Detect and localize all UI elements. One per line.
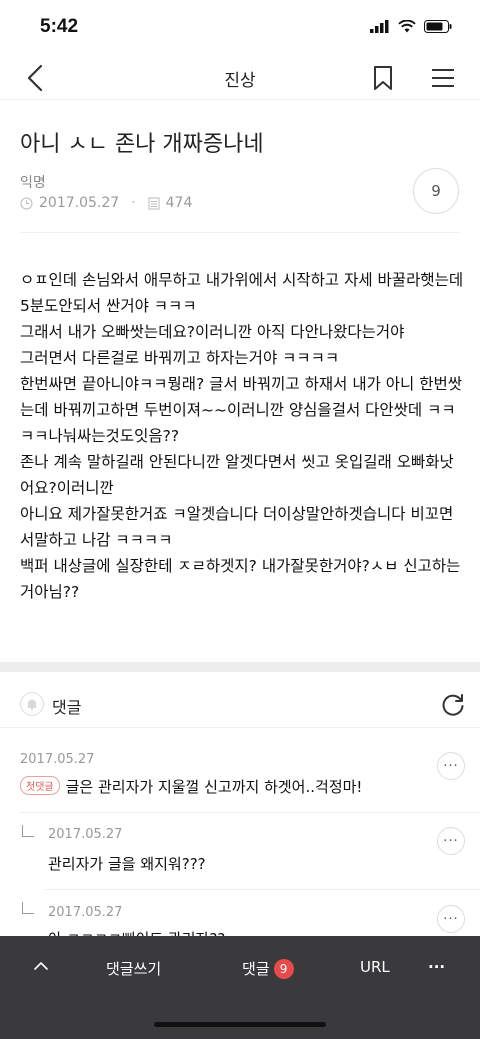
reply-arrow-icon xyxy=(22,902,34,914)
post-meta: 2017.05.27 · 474 xyxy=(20,195,192,211)
scroll-up-icon[interactable] xyxy=(32,960,50,972)
reply-item: 2017.05.27 관리자가 글을 왜지워??? ··· xyxy=(0,813,480,889)
comments-header: 댓글 xyxy=(0,684,480,728)
comment-count-button[interactable]: 9 xyxy=(413,168,459,214)
bell-icon[interactable] xyxy=(20,692,44,716)
section-divider xyxy=(0,662,480,672)
comments-button[interactable]: 댓글 9 xyxy=(242,958,294,979)
views-icon xyxy=(148,197,160,209)
comments-badge: 9 xyxy=(273,959,294,979)
comment-more-button[interactable]: ··· xyxy=(437,827,465,855)
signal-icon xyxy=(370,20,389,33)
reply-item: 2017.05.27 아 ㅋㅋㅋㅋ삐이드 관리자?? ··· xyxy=(0,890,480,936)
status-time: 5:42 xyxy=(40,16,79,37)
comments-label: 댓글 xyxy=(52,698,82,717)
comment-text: 아 ㅋㅋㅋㅋ삐이드 관리자?? xyxy=(48,928,225,936)
comments-button-label: 댓글 xyxy=(242,960,270,978)
menu-icon[interactable] xyxy=(430,66,456,90)
status-icons xyxy=(370,20,452,33)
comment-date: 2017.05.27 xyxy=(20,752,95,767)
first-comment-badge: 첫댓글 xyxy=(20,776,60,795)
bookmark-icon[interactable] xyxy=(370,64,396,92)
url-button[interactable]: URL xyxy=(360,958,390,976)
more-button[interactable]: ··· xyxy=(428,958,445,976)
comment-text: 관리자가 글을 왜지워??? xyxy=(48,855,206,873)
comment-item: 2017.05.27 첫댓글 글은 관리자가 지울껄 신고까지 하겟어..걱정마!… xyxy=(0,740,480,812)
comment-text-row: 첫댓글 글은 관리자가 지울껄 신고까지 하겟어..걱정마! xyxy=(20,776,362,797)
comment-date: 2017.05.27 xyxy=(48,827,123,842)
nav-bar: 진상 xyxy=(0,56,480,100)
write-comment-button[interactable]: 댓글쓰기 xyxy=(106,958,161,979)
post-title: 아니 ㅅㄴ 존나 개짜증나네 xyxy=(20,132,264,157)
post-date: 2017.05.27 xyxy=(39,195,120,211)
home-indicator xyxy=(154,1022,326,1027)
page-title: 진상 xyxy=(224,71,256,91)
post-views: 474 xyxy=(165,195,193,211)
comment-text: 글은 관리자가 지울껄 신고까지 하겟어..걱정마! xyxy=(65,778,363,796)
meta-separator: · xyxy=(131,195,136,211)
reply-arrow-icon xyxy=(22,825,34,837)
header-divider xyxy=(20,232,460,233)
clock-icon xyxy=(20,197,33,209)
refresh-icon[interactable] xyxy=(440,692,466,718)
status-bar: 5:42 xyxy=(0,0,480,56)
post-author: 익명 xyxy=(20,175,46,191)
comment-more-button[interactable]: ··· xyxy=(437,752,465,780)
post-body: ㅇㅍ인데 손님와서 애무하고 내가위에서 시작하고 자세 바꿀라햇는데5분도안되… xyxy=(20,271,464,601)
comment-more-button[interactable]: ··· xyxy=(437,905,465,933)
wifi-icon xyxy=(398,20,416,33)
battery-icon xyxy=(424,20,452,33)
comment-date: 2017.05.27 xyxy=(48,905,123,920)
